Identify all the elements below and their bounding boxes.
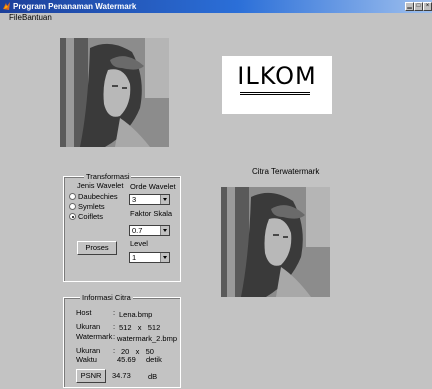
- time-unit: detik: [146, 355, 162, 364]
- window-title: Program Penanaman Watermark: [13, 2, 137, 11]
- psnr-button[interactable]: PSNR: [76, 369, 106, 383]
- logo-underline-1: [240, 92, 310, 93]
- host-image-picture: [60, 38, 169, 147]
- radio-symlets[interactable]: [69, 203, 76, 210]
- logo-panel: ILKOM: [222, 56, 332, 114]
- time-label: Waktu: [76, 355, 97, 364]
- level-label: Level: [130, 239, 148, 248]
- scale-factor-label: Faktor Skala: [130, 209, 173, 218]
- host-image: [60, 38, 169, 147]
- scale-factor-value: 0.7: [132, 226, 143, 235]
- radio-daubechies[interactable]: [69, 193, 76, 200]
- radio-daubechies-label[interactable]: Daubechies: [78, 192, 118, 201]
- psnr-value: 34.73: [112, 371, 131, 380]
- close-button[interactable]: ×: [423, 2, 432, 11]
- watermark-label: Watermark: [76, 332, 113, 341]
- ilkom-logo: ILKOM: [237, 62, 317, 90]
- size2-label: Ukuran: [76, 346, 101, 355]
- menu-file[interactable]: File: [9, 13, 22, 23]
- menu-bantuan[interactable]: Bantuan: [22, 13, 52, 23]
- chevron-down-icon[interactable]: [160, 253, 169, 262]
- wavelet-type-label: Jenis Wavelet: [77, 181, 124, 190]
- size1-label: Ukuran: [76, 322, 101, 331]
- level-value: 1: [132, 253, 137, 262]
- maximize-button[interactable]: □: [414, 2, 423, 11]
- radio-coiflets[interactable]: [69, 213, 76, 220]
- chevron-down-icon[interactable]: [160, 226, 169, 235]
- watermarked-image-picture: [221, 187, 330, 297]
- wavelet-order-value: 3: [132, 195, 137, 204]
- transform-group: Transformasi Jenis Wavelet Daubechies Sy…: [63, 172, 181, 282]
- watermarked-image-title: Citra Terwatermark: [252, 167, 320, 176]
- host-value: Lena.bmp: [119, 310, 153, 319]
- psnr-unit: dB: [148, 372, 158, 381]
- main-window: Program Penanaman Watermark ▁ □ × File B…: [0, 0, 432, 389]
- title-bar: Program Penanaman Watermark ▁ □ ×: [0, 0, 432, 13]
- wavelet-order-select[interactable]: 3: [129, 194, 170, 205]
- menu-bar: File Bantuan: [0, 13, 432, 23]
- size2-colon: :: [113, 346, 116, 355]
- info-group-title: Informasi Citra: [80, 293, 133, 302]
- transform-group-title: Transformasi: [84, 172, 132, 181]
- size1-colon: :: [113, 322, 116, 331]
- host-colon: :: [113, 308, 116, 317]
- radio-coiflets-label[interactable]: Coiflets: [78, 212, 103, 221]
- process-button[interactable]: Proses: [77, 241, 117, 255]
- time-value: 45.69: [117, 355, 136, 364]
- watermark-colon: :: [113, 332, 116, 341]
- logo-underline-2: [240, 94, 310, 95]
- wavelet-order-label: Orde Wavelet: [130, 182, 176, 191]
- minimize-button[interactable]: ▁: [405, 2, 414, 11]
- level-select[interactable]: 1: [129, 252, 170, 263]
- size1-value: 512 x 512: [119, 323, 161, 332]
- chevron-down-icon[interactable]: [160, 195, 169, 204]
- scale-factor-select[interactable]: 0.7: [129, 225, 170, 236]
- host-label: Host: [76, 308, 92, 317]
- watermarked-image: [221, 187, 330, 297]
- matlab-icon: [3, 2, 10, 10]
- info-group: Informasi Citra Host : Lena.bmp Ukuran :…: [63, 293, 181, 388]
- radio-symlets-label[interactable]: Symlets: [78, 202, 105, 211]
- watermark-value: watermark_2.bmp: [117, 334, 178, 343]
